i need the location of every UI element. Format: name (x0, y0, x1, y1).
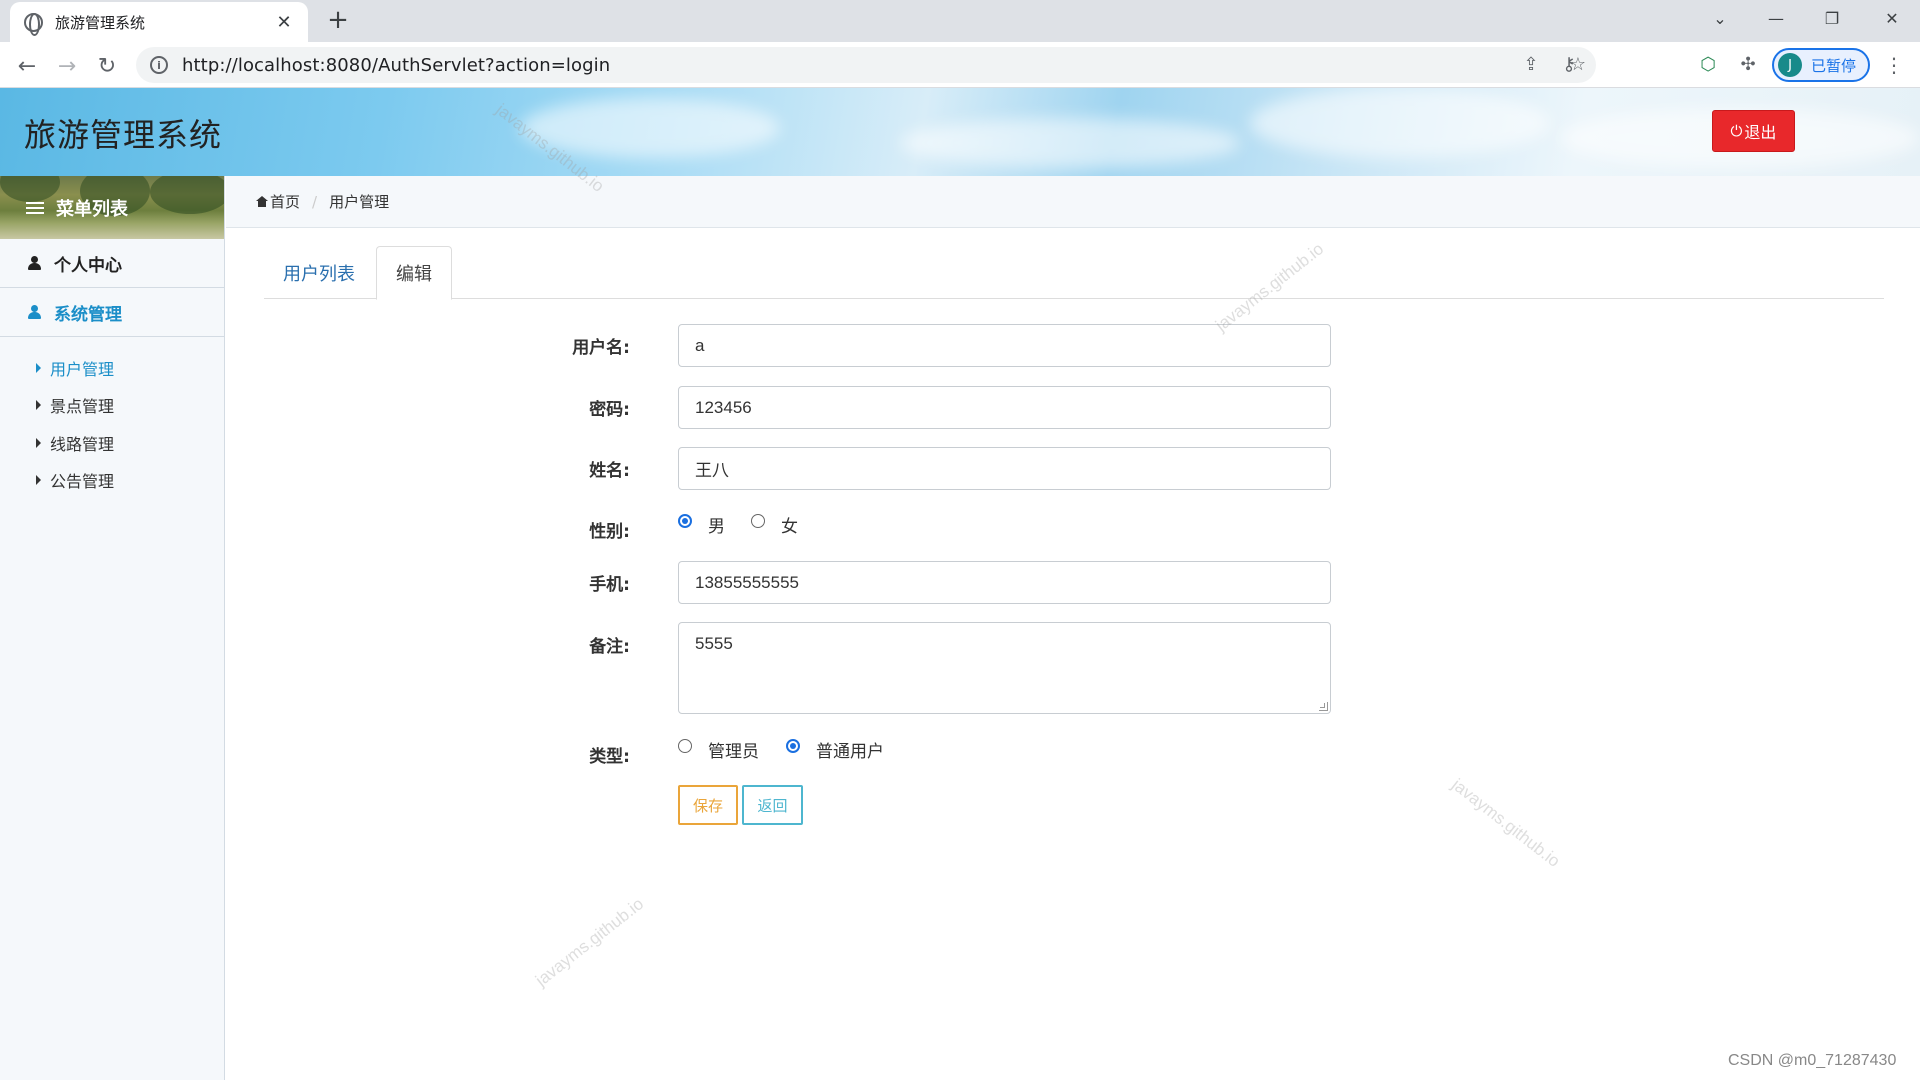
sidebar-heading: 菜单列表 (0, 176, 224, 239)
content-tabs: 用户列表 编辑 (264, 246, 1884, 300)
browser-tab[interactable]: 旅游管理系统 ✕ (10, 2, 308, 42)
profile-button[interactable]: J 已暂停 (1772, 48, 1870, 82)
username-label: 用户名: (572, 338, 630, 358)
site-info-icon[interactable]: i (150, 56, 168, 74)
caret-right-icon (36, 437, 41, 448)
phone-label: 手机: (589, 575, 630, 595)
forward-arrow-icon[interactable]: → (52, 51, 82, 81)
resize-handle-icon[interactable] (1319, 702, 1328, 711)
sidebar-item-users[interactable]: 用户管理 (0, 349, 224, 387)
gender-label: 性别: (589, 522, 630, 542)
password-label: 密码: (589, 400, 630, 420)
logout-button[interactable]: ⏻ 退出 (1712, 110, 1795, 152)
power-icon: ⏻ (1730, 122, 1743, 140)
reload-icon[interactable]: ↻ (92, 51, 122, 81)
caret-right-icon (36, 475, 41, 486)
sidebar-subitem-label: 公告管理 (50, 472, 115, 492)
url-text[interactable]: http://localhost:8080/AuthServlet?action… (182, 55, 610, 76)
globe-icon (24, 12, 43, 36)
tab-search-icon[interactable]: ⌄ (1692, 0, 1748, 36)
sidebar-item-notices[interactable]: 公告管理 (0, 462, 224, 500)
minimize-button[interactable]: — (1748, 0, 1804, 36)
app-header: 旅游管理系统 ⏻ 退出 (0, 88, 1920, 176)
name-input[interactable]: 王八 (678, 447, 1331, 490)
sidebar-item-personal[interactable]: 个人中心 (0, 239, 224, 288)
sidebar-item-label: 个人中心 (54, 255, 122, 276)
gender-female-radio[interactable] (751, 514, 765, 528)
breadcrumb-current: 用户管理 (329, 193, 390, 211)
remark-text: 5555 (695, 634, 733, 653)
extension-icon[interactable]: ⬡ (1696, 53, 1720, 77)
back-arrow-icon[interactable]: ← (12, 51, 42, 81)
type-normal-radio[interactable] (786, 739, 800, 753)
share-icon[interactable]: ⇪ (1520, 54, 1542, 76)
sidebar-item-system[interactable]: 系统管理 (0, 288, 224, 337)
sidebar-subitem-label: 用户管理 (50, 359, 115, 379)
watermark: javayms.github.io (532, 894, 648, 990)
type-admin-label: 管理员 (708, 742, 759, 762)
gender-male-label: 男 (708, 517, 725, 537)
tab-user-list[interactable]: 用户列表 (264, 246, 374, 299)
user-icon (28, 305, 41, 319)
password-input[interactable]: 123456 (678, 386, 1331, 429)
logout-label: 退出 (1744, 123, 1777, 142)
restore-button[interactable]: ❐ (1804, 0, 1860, 36)
sidebar-submenu: 用户管理 景点管理 线路管理 公告管理 (0, 337, 224, 499)
browser-toolbar: ← → ↻ i http://localhost:8080/AuthServle… (0, 42, 1920, 88)
browser-tabstrip: 旅游管理系统 ✕ + ⌄ — ❐ ✕ (0, 0, 1920, 42)
sidebar-subitem-label: 景点管理 (50, 397, 115, 417)
breadcrumb: 首页 / 用户管理 (226, 176, 1920, 228)
close-icon[interactable]: ✕ (274, 12, 294, 33)
name-label: 姓名: (589, 461, 630, 481)
caret-right-icon (36, 400, 41, 411)
save-button[interactable]: 保存 (678, 785, 738, 825)
avatar: J (1778, 53, 1802, 77)
bookmark-star-icon[interactable]: ☆ (1566, 53, 1590, 77)
caret-right-icon (36, 362, 41, 373)
menu-icon (26, 201, 44, 214)
watermark: javayms.github.io (1448, 775, 1564, 871)
back-button[interactable]: 返回 (742, 785, 803, 825)
more-menu-icon[interactable]: ⋮ (1884, 53, 1904, 77)
user-icon (28, 256, 41, 270)
username-input[interactable]: a (678, 324, 1331, 367)
home-icon (256, 196, 268, 207)
phone-input[interactable]: 13855555555 (678, 561, 1331, 604)
sidebar-item-attractions[interactable]: 景点管理 (0, 387, 224, 425)
new-tab-button[interactable]: + (324, 6, 352, 34)
remark-textarea[interactable]: 5555 (678, 622, 1331, 714)
profile-status: 已暂停 (1811, 56, 1857, 75)
breadcrumb-separator: / (312, 192, 318, 211)
sidebar-heading-label: 菜单列表 (56, 198, 128, 220)
browser-tab-title: 旅游管理系统 (55, 13, 146, 32)
credit-text: CSDN @m0_71287430 (1728, 1052, 1897, 1069)
puzzle-icon[interactable]: ✣ (1736, 53, 1760, 77)
type-label: 类型: (589, 747, 630, 767)
sidebar: 菜单列表 个人中心 系统管理 用户管理 景点管理 线路管理 公告管理 (0, 176, 225, 1080)
window-close-button[interactable]: ✕ (1864, 0, 1920, 36)
tab-edit[interactable]: 编辑 (376, 246, 452, 300)
type-admin-radio[interactable] (678, 739, 692, 753)
sidebar-item-routes[interactable]: 线路管理 (0, 424, 224, 462)
sidebar-subitem-label: 线路管理 (50, 434, 115, 454)
app-title: 旅游管理系统 (24, 116, 223, 154)
remark-label: 备注: (589, 637, 630, 657)
gender-female-label: 女 (781, 517, 798, 537)
address-bar[interactable]: i http://localhost:8080/AuthServlet?acti… (136, 47, 1596, 83)
type-normal-label: 普通用户 (816, 742, 884, 762)
sidebar-item-label: 系统管理 (54, 304, 122, 325)
gender-male-radio[interactable] (678, 514, 692, 528)
breadcrumb-home[interactable]: 首页 (270, 191, 300, 212)
